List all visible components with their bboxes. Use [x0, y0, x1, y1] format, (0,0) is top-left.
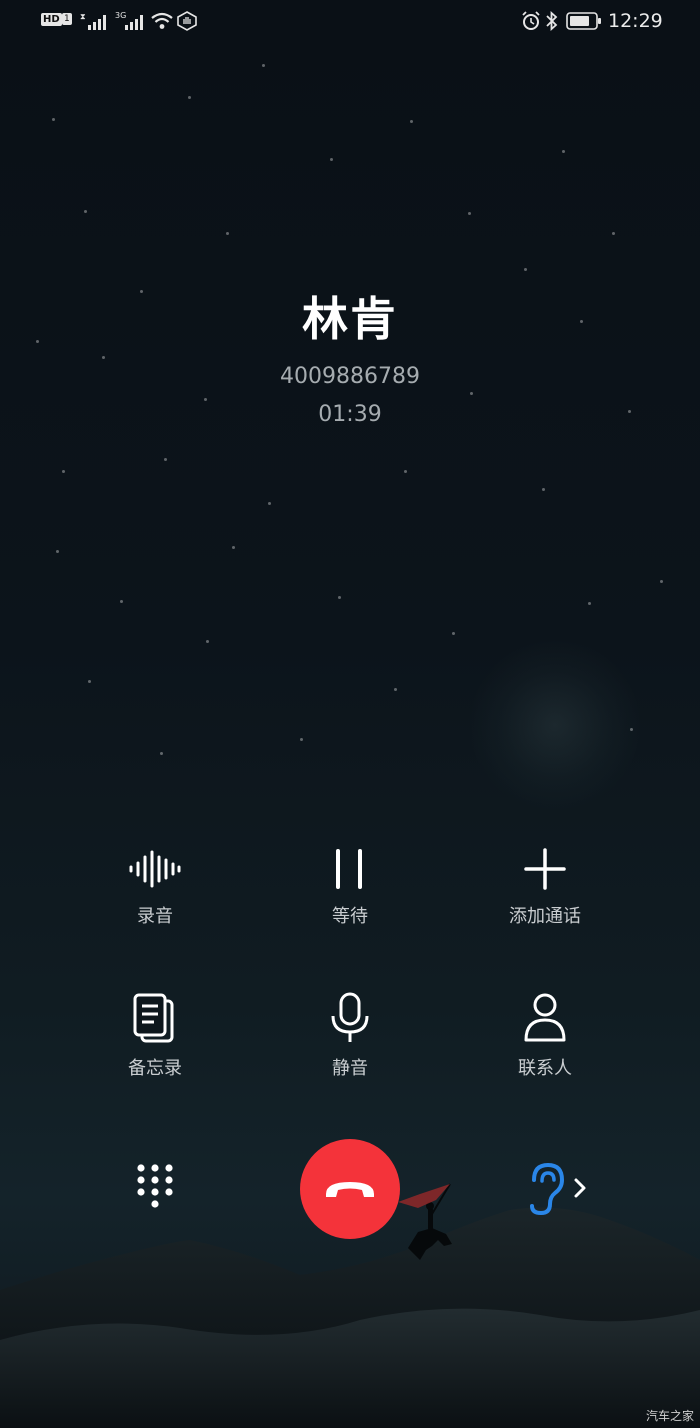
contacts-label: 联系人 — [518, 1058, 572, 1079]
notes-label: 备忘录 — [128, 1058, 182, 1079]
chevron-right-icon — [574, 1178, 586, 1198]
notes-button[interactable]: 备忘录 — [85, 992, 225, 1080]
dialpad-button[interactable] — [125, 1158, 185, 1218]
hand-gesture-icon — [177, 11, 197, 31]
add-call-button[interactable]: 添加通话 — [475, 846, 615, 928]
sim1-badge: 1 — [62, 13, 72, 25]
call-duration: 01:39 — [318, 402, 382, 427]
contacts-button[interactable]: 联系人 — [475, 992, 615, 1080]
mute-label: 静音 — [332, 1058, 368, 1079]
end-call-icon — [326, 1182, 374, 1197]
sim2-signal-icon — [125, 15, 143, 30]
hd-voice-badge: HD — [41, 13, 62, 26]
microphone-icon — [331, 992, 369, 1042]
record-button[interactable]: 录音 — [85, 846, 225, 928]
hold-label: 等待 — [332, 906, 368, 927]
pause-icon — [336, 849, 362, 889]
mute-button[interactable]: 静音 — [280, 992, 420, 1080]
waveform-icon — [129, 850, 181, 888]
caller-name: 林肯 — [302, 292, 398, 346]
person-icon — [524, 993, 566, 1042]
caller-number: 4009886789 — [280, 364, 420, 389]
record-label: 录音 — [137, 906, 173, 927]
ear-icon — [530, 1162, 586, 1216]
notes-icon — [133, 993, 174, 1043]
plus-icon — [524, 848, 566, 890]
earpiece-button[interactable] — [522, 1160, 594, 1218]
end-call-button[interactable] — [300, 1139, 400, 1239]
sim1-signal-icon: ⧗ — [80, 12, 106, 30]
add-call-label: 添加通话 — [509, 906, 581, 927]
battery-icon — [566, 12, 601, 30]
alarm-icon — [522, 11, 540, 30]
svg-text:⧗: ⧗ — [80, 12, 86, 21]
dialpad-icon — [137, 1164, 173, 1208]
status-bar: HD 1 ⧗ 3G 12:29 — [0, 0, 700, 44]
wifi-icon — [151, 12, 173, 29]
watermark: 汽车之家 — [645, 1409, 694, 1423]
hold-button[interactable]: 等待 — [280, 846, 420, 928]
status-time: 12:29 — [608, 10, 663, 32]
bluetooth-icon — [546, 10, 558, 32]
nebula-glow — [470, 640, 640, 810]
